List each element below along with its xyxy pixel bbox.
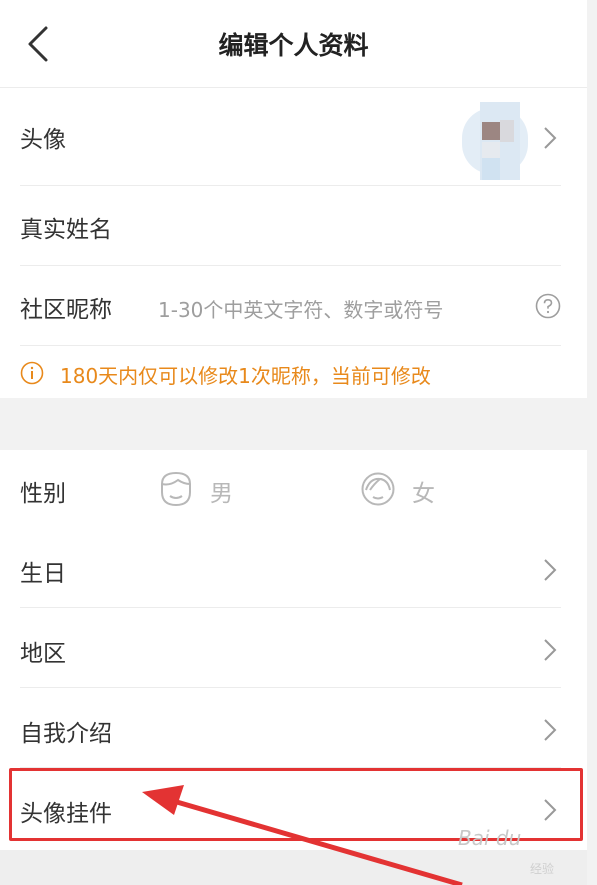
watermark-sub: 经验 — [530, 862, 555, 876]
red-arrow-annotation — [142, 785, 463, 885]
watermark: Bai du — [458, 826, 522, 850]
